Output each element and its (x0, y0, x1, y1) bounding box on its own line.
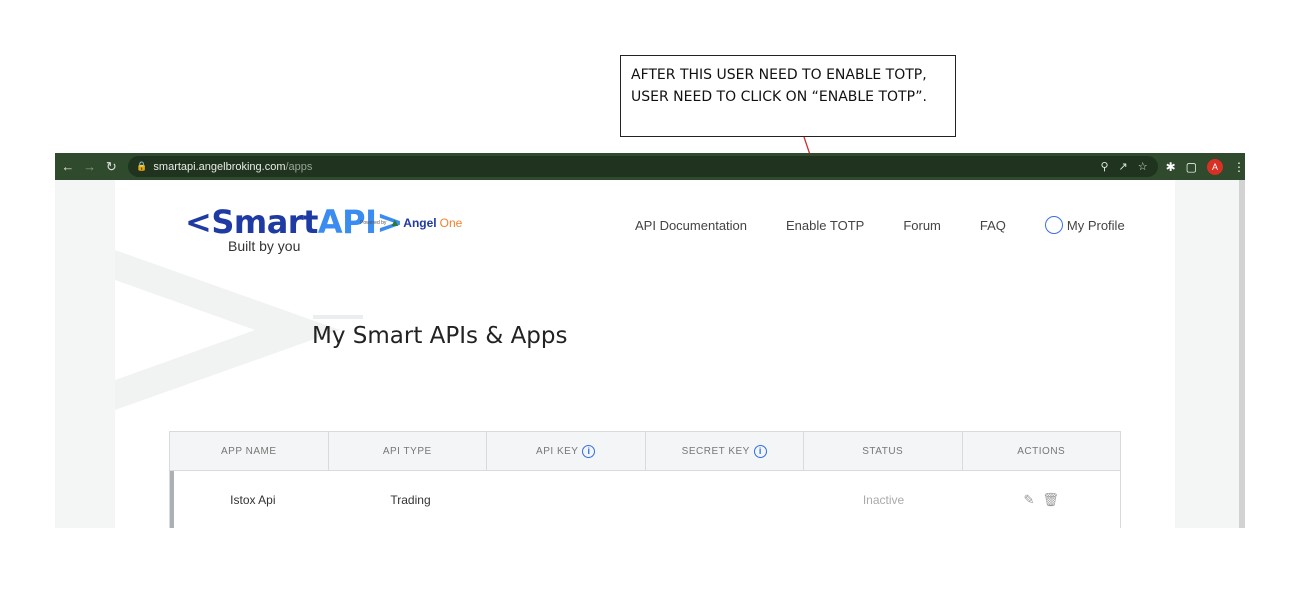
nav-enable-totp[interactable]: Enable TOTP (786, 218, 864, 233)
cell-app-name: Istox Api (230, 493, 276, 507)
cell-api-key (489, 471, 647, 528)
my-profile-label: My Profile (1066, 217, 1125, 233)
header-api-type: API TYPE (329, 432, 487, 470)
share-icon[interactable]: ↗ (1119, 160, 1128, 173)
powered-by-angelone: Powered by ▲ Angel One (360, 216, 463, 230)
apps-table: APP NAME API TYPE API KEY i SECRET KEY i S… (169, 431, 1121, 528)
back-icon[interactable]: ← (59, 158, 77, 176)
sidepanel-icon[interactable]: ▢ (1186, 160, 1197, 174)
trash-icon[interactable]: 🗑 (1042, 492, 1059, 508)
title-accent-bar (313, 315, 363, 319)
nav-my-profile[interactable]: My Profile (1044, 216, 1125, 234)
user-icon (1044, 216, 1063, 234)
menu-icon[interactable]: ⋮ (1233, 160, 1245, 174)
cell-status: Inactive (862, 493, 905, 507)
info-icon[interactable]: i (582, 444, 596, 458)
extensions-icon[interactable]: ✱ (1166, 160, 1176, 174)
page-viewport: <SmartAPI> Built by you Powered by ▲ Ang… (55, 180, 1245, 528)
address-bar[interactable]: 🔒 smartapi.angelbroking.com/apps ⚲ ↗ ☆ (128, 156, 1158, 177)
nav-forum[interactable]: Forum (903, 218, 941, 233)
nav-api-documentation[interactable]: API Documentation (635, 218, 747, 233)
header-status: STATUS (804, 432, 963, 470)
edit-icon[interactable]: ✎ (1023, 492, 1034, 508)
reload-icon[interactable]: ↻ (102, 158, 120, 176)
header-secret-key: SECRET KEY i (646, 432, 804, 470)
page-content: <SmartAPI> Built by you Powered by ▲ Ang… (115, 180, 1175, 528)
table-row: Istox Api Trading Inactive ✎ 🗑 (170, 471, 1120, 528)
annotation-text: AFTER THIS USER NEED TO ENABLE TOTP, USE… (631, 67, 928, 105)
annotation-callout: AFTER THIS USER NEED TO ENABLE TOTP, USE… (620, 55, 956, 137)
header-api-key: API KEY i (487, 432, 646, 470)
cell-api-type: Trading (390, 493, 431, 507)
browser-toolbar: ← → ↻ 🔒 smartapi.angelbroking.com/apps ⚲… (55, 153, 1245, 180)
table-header: APP NAME API TYPE API KEY i SECRET KEY i S… (170, 432, 1120, 471)
header-actions: ACTIONS (1017, 445, 1066, 457)
cell-secret-key (647, 471, 805, 528)
url-path: /apps (285, 160, 313, 173)
scrollbar[interactable] (1239, 180, 1245, 528)
page-title: My Smart APIs & Apps (312, 323, 568, 349)
lock-icon: 🔒 (136, 161, 148, 171)
profile-avatar[interactable]: A (1207, 158, 1224, 175)
main-nav: API Documentation Enable TOTP Forum FAQ … (635, 216, 1125, 234)
angelone-logo-icon: ▲ (389, 217, 401, 229)
url-domain: smartapi.angelbroking.com (153, 160, 286, 173)
forward-icon[interactable]: → (81, 158, 99, 176)
header-app-name: APP NAME (170, 432, 329, 470)
cell-actions: ✎ 🗑 (962, 471, 1120, 528)
key-icon[interactable]: ⚲ (1100, 160, 1108, 173)
info-icon[interactable]: i (753, 444, 767, 458)
browser-window: ← → ↻ 🔒 smartapi.angelbroking.com/apps ⚲… (55, 153, 1245, 528)
star-icon[interactable]: ☆ (1138, 160, 1148, 173)
nav-faq[interactable]: FAQ (980, 218, 1006, 233)
